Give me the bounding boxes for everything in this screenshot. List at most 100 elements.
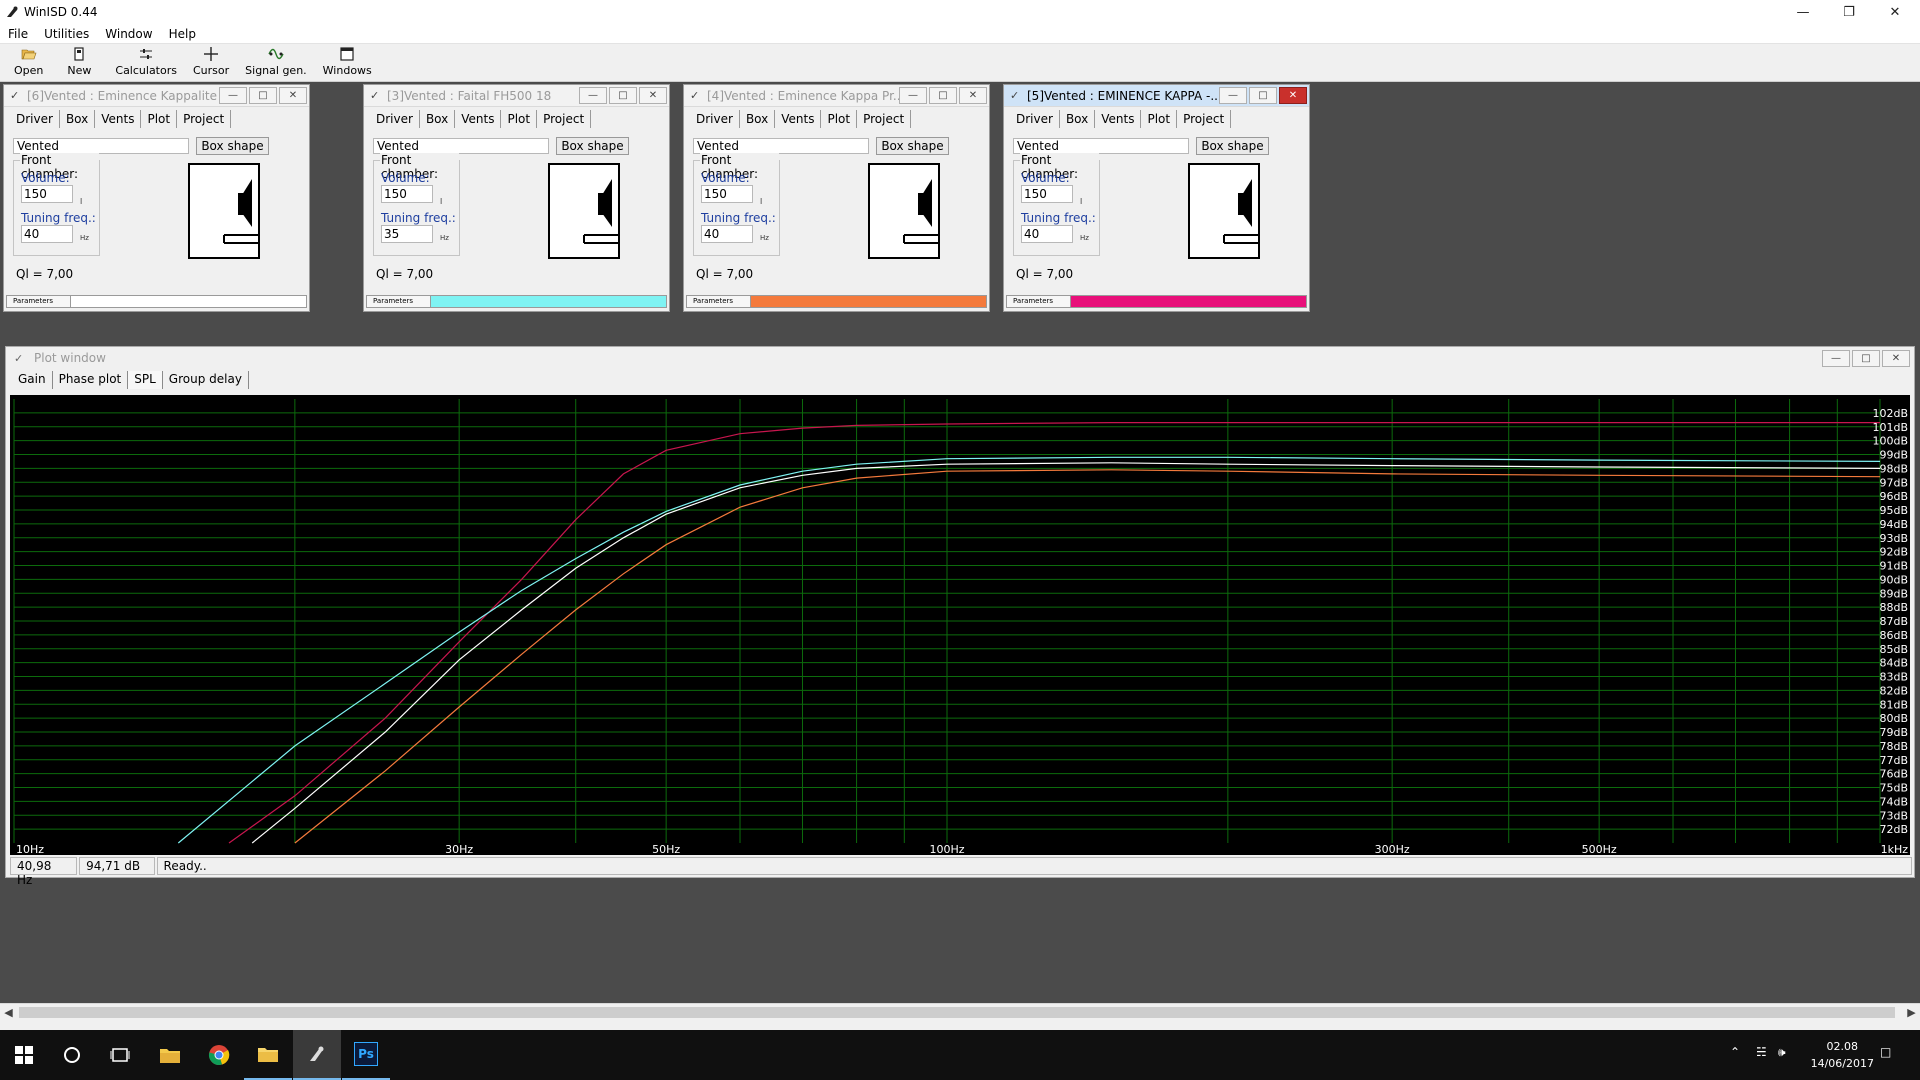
project-window-6[interactable]: ✓ [6]Vented : Eminence Kappalite ... — □ ✕… xyxy=(3,84,310,312)
tab-vents[interactable]: Vents xyxy=(1095,110,1142,128)
parameters-bar[interactable]: Parameters xyxy=(366,295,667,308)
scrollbar-thumb[interactable] xyxy=(19,1007,1895,1018)
tab-box[interactable]: Box xyxy=(1059,110,1096,128)
menu-file[interactable]: File xyxy=(0,27,36,41)
volume-icon[interactable]: 🕪 xyxy=(1778,1045,1786,1060)
tab-driver[interactable]: Driver xyxy=(10,110,60,128)
close-button[interactable]: ✕ xyxy=(959,87,987,104)
tuning-freq-input[interactable]: 40 xyxy=(1021,225,1073,243)
start-button[interactable] xyxy=(0,1030,48,1080)
volume-input[interactable]: 150 xyxy=(701,185,753,203)
maximize-button[interactable]: □ xyxy=(249,87,277,104)
menu-window[interactable]: Window xyxy=(97,27,160,41)
tab-plot[interactable]: Plot xyxy=(821,110,858,128)
parameters-bar[interactable]: Parameters xyxy=(6,295,307,308)
tab-box[interactable]: Box xyxy=(59,110,96,128)
volume-input[interactable]: 150 xyxy=(381,185,433,203)
tab-driver[interactable]: Driver xyxy=(370,110,420,128)
search-button[interactable] xyxy=(48,1030,96,1080)
project-window-3[interactable]: ✓ [3]Vented : Faital FH500 18 — □ ✕ Driver… xyxy=(363,84,670,312)
project-window-titlebar[interactable]: ✓ [4]Vented : Eminence Kappa Pr... — □ ✕ xyxy=(684,85,989,107)
cursor-button[interactable]: Cursor xyxy=(185,44,237,80)
plot-window[interactable]: ✓ Plot window — □ ✕ Gain Phase plot SPL Gr… xyxy=(5,346,1915,887)
tab-vents[interactable]: Vents xyxy=(95,110,142,128)
maximize-button[interactable]: □ xyxy=(1249,87,1277,104)
tab-group-delay[interactable]: Group delay xyxy=(163,371,249,389)
tab-box[interactable]: Box xyxy=(739,110,776,128)
close-button[interactable]: ✕ xyxy=(639,87,667,104)
volume-input[interactable]: 150 xyxy=(1021,185,1073,203)
photoshop-app[interactable]: Ps xyxy=(342,1030,390,1080)
maximize-button[interactable]: □ xyxy=(609,87,637,104)
box-shape-button[interactable]: Box shape xyxy=(876,137,949,155)
tab-project[interactable]: Project xyxy=(857,110,912,128)
tuning-freq-input[interactable]: 35 xyxy=(381,225,433,243)
minimize-button[interactable]: — xyxy=(579,87,607,104)
minimize-button[interactable]: — xyxy=(1822,350,1850,367)
scroll-right-arrow-icon[interactable]: ▶ xyxy=(1903,1004,1920,1021)
tuning-freq-input[interactable]: 40 xyxy=(701,225,753,243)
close-button[interactable]: ✕ xyxy=(1872,0,1918,24)
tab-driver[interactable]: Driver xyxy=(1010,110,1060,128)
minimize-button[interactable]: — xyxy=(1780,0,1826,24)
plot-window-titlebar[interactable]: ✓ Plot window — □ ✕ xyxy=(6,347,1914,369)
scroll-left-arrow-icon[interactable]: ◀ xyxy=(0,1004,17,1021)
minimize-button[interactable]: — xyxy=(219,87,247,104)
tab-phase-plot[interactable]: Phase plot xyxy=(53,371,129,389)
box-type-select[interactable]: Vented xyxy=(693,138,869,154)
menu-help[interactable]: Help xyxy=(161,27,204,41)
menu-utilities[interactable]: Utilities xyxy=(36,27,97,41)
winisd-app[interactable] xyxy=(293,1030,341,1080)
tuning-freq-input[interactable]: 40 xyxy=(21,225,73,243)
project-window-titlebar[interactable]: ✓ [6]Vented : Eminence Kappalite ... — □ ✕ xyxy=(4,85,309,107)
box-shape-button[interactable]: Box shape xyxy=(196,137,269,155)
tab-plot[interactable]: Plot xyxy=(141,110,178,128)
tab-gain[interactable]: Gain xyxy=(12,371,53,389)
close-button[interactable]: ✕ xyxy=(1882,350,1910,367)
restore-button[interactable]: ❐ xyxy=(1826,0,1872,24)
windows-button[interactable]: Windows xyxy=(315,44,380,80)
parameters-bar[interactable]: Parameters xyxy=(1006,295,1307,308)
tab-driver[interactable]: Driver xyxy=(690,110,740,128)
box-type-select[interactable]: Vented xyxy=(13,138,189,154)
project-window-titlebar[interactable]: ✓ [3]Vented : Faital FH500 18 — □ ✕ xyxy=(364,85,669,107)
maximize-button[interactable]: □ xyxy=(1852,350,1880,367)
open-button[interactable]: Open xyxy=(0,44,51,80)
box-type-select[interactable]: Vented xyxy=(373,138,549,154)
project-window-5[interactable]: ✓ [5]Vented : EMINENCE KAPPA -... — □ ✕ Dr… xyxy=(1003,84,1310,312)
chevron-up-icon[interactable]: ⌃ xyxy=(1730,1045,1740,1059)
box-type-select[interactable]: Vented xyxy=(1013,138,1189,154)
file-manager-app[interactable] xyxy=(244,1030,292,1080)
minimize-button[interactable]: — xyxy=(1219,87,1247,104)
tab-vents[interactable]: Vents xyxy=(455,110,502,128)
tab-project[interactable]: Project xyxy=(537,110,592,128)
minimize-button[interactable]: — xyxy=(899,87,927,104)
tab-spl[interactable]: SPL xyxy=(128,371,163,389)
close-button[interactable]: ✕ xyxy=(1279,87,1307,104)
notifications-icon[interactable]: □ xyxy=(1880,1045,1891,1059)
tab-project[interactable]: Project xyxy=(177,110,232,128)
tab-box[interactable]: Box xyxy=(419,110,456,128)
chrome-app[interactable] xyxy=(195,1030,243,1080)
parameters-bar[interactable]: Parameters xyxy=(686,295,987,308)
tab-plot[interactable]: Plot xyxy=(1141,110,1178,128)
tab-plot[interactable]: Plot xyxy=(501,110,538,128)
file-explorer-app[interactable] xyxy=(146,1030,194,1080)
task-view-button[interactable] xyxy=(96,1030,144,1080)
network-icon[interactable]: ☵ xyxy=(1756,1045,1767,1059)
mdi-horizontal-scrollbar[interactable]: ◀ ▶ xyxy=(0,1003,1920,1020)
tab-vents[interactable]: Vents xyxy=(775,110,822,128)
clock[interactable]: 02.08 14/06/2017 xyxy=(1811,1038,1874,1072)
project-window-4[interactable]: ✓ [4]Vented : Eminence Kappa Pr... — □ ✕ D… xyxy=(683,84,990,312)
calculators-button[interactable]: Calculators xyxy=(99,44,185,80)
volume-input[interactable]: 150 xyxy=(21,185,73,203)
close-button[interactable]: ✕ xyxy=(279,87,307,104)
box-shape-button[interactable]: Box shape xyxy=(1196,137,1269,155)
maximize-button[interactable]: □ xyxy=(929,87,957,104)
new-button[interactable]: New xyxy=(51,44,99,80)
spl-chart[interactable]: 72dB73dB74dB75dB76dB77dB78dB79dB80dB81dB… xyxy=(10,395,1910,855)
signal-gen-button[interactable]: Signal gen. xyxy=(237,44,315,80)
project-window-titlebar[interactable]: ✓ [5]Vented : EMINENCE KAPPA -... — □ ✕ xyxy=(1004,85,1309,107)
box-shape-button[interactable]: Box shape xyxy=(556,137,629,155)
tab-project[interactable]: Project xyxy=(1177,110,1232,128)
